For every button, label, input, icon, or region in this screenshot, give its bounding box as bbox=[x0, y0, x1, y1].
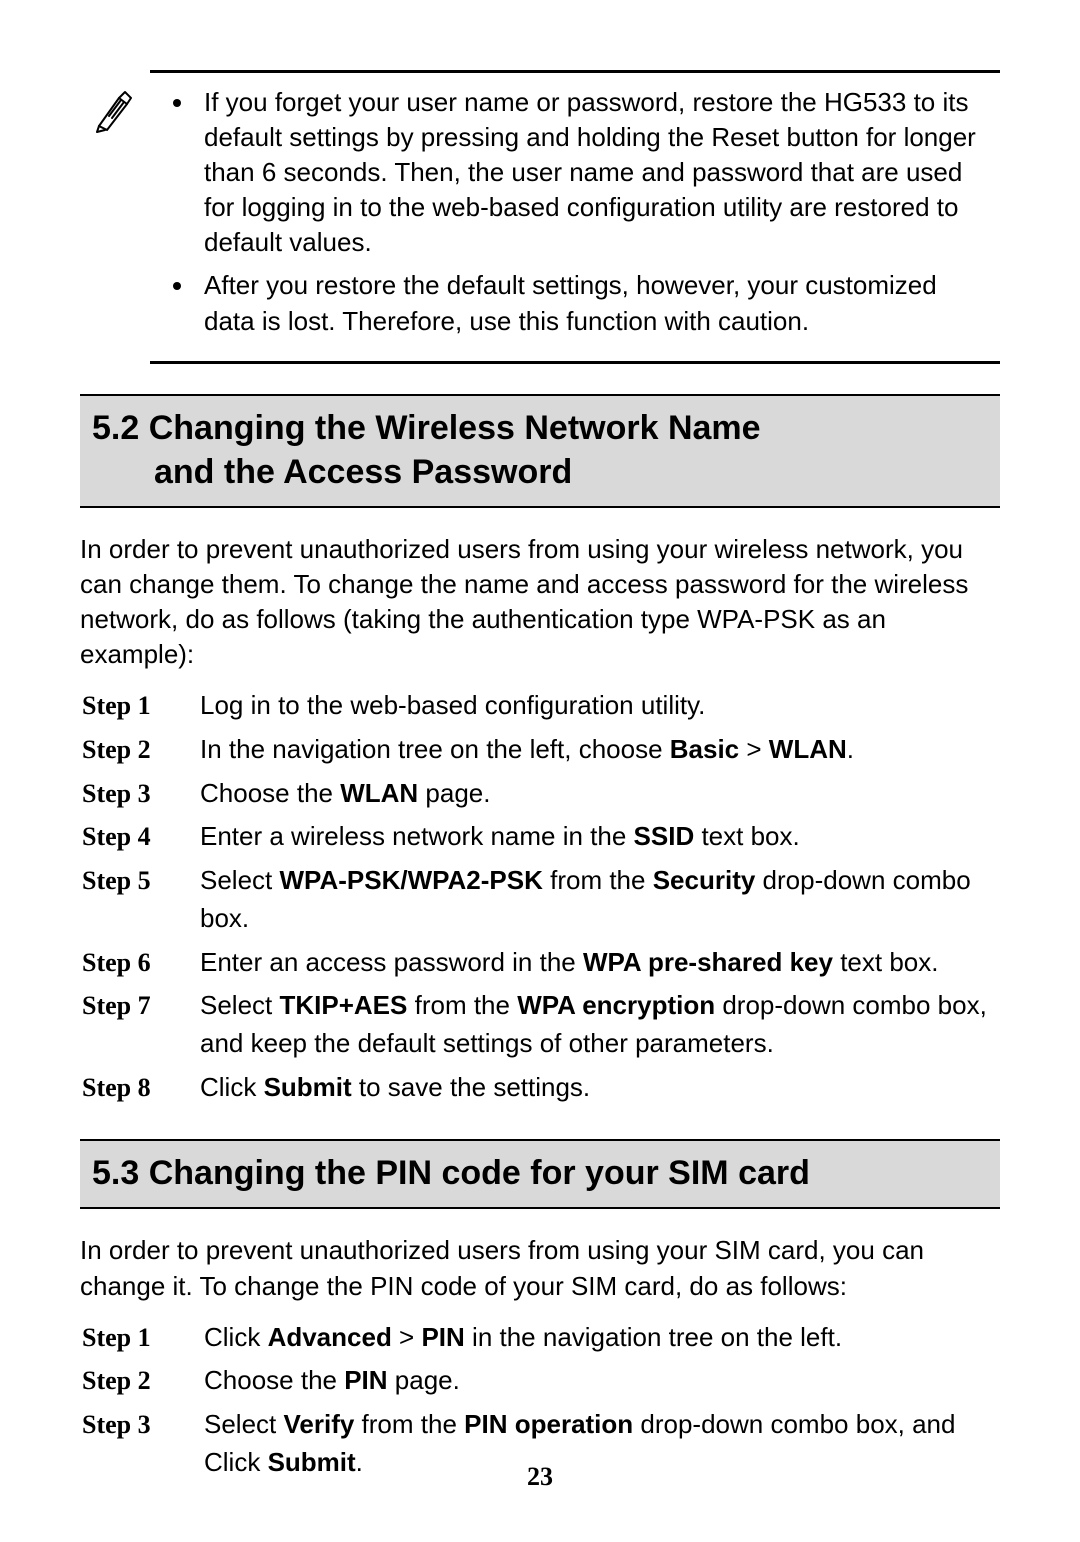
step-row: Step 6Enter an access password in the WP… bbox=[80, 941, 1000, 985]
section-heading-5-2: 5.2 Changing the Wireless Network Name a… bbox=[80, 394, 1000, 508]
step-label: Step 6 bbox=[80, 941, 196, 985]
step-label: Step 2 bbox=[80, 728, 196, 772]
step-text: Select WPA-PSK/WPA2-PSK from the Securit… bbox=[196, 859, 1000, 940]
step-label: Step 2 bbox=[80, 1359, 200, 1403]
note-bullet: If you forget your user name or password… bbox=[196, 85, 994, 260]
section-heading-5-3: 5.3 Changing the PIN code for your SIM c… bbox=[80, 1139, 1000, 1209]
step-text: Select TKIP+AES from the WPA encryption … bbox=[196, 984, 1000, 1065]
section-5-3-steps: Step 1Click Advanced > PIN in the naviga… bbox=[80, 1316, 1000, 1485]
note-bullet-list: If you forget your user name or password… bbox=[156, 85, 994, 339]
section-5-3-intro: In order to prevent unauthorized users f… bbox=[80, 1233, 1000, 1303]
step-row: Step 4Enter a wireless network name in t… bbox=[80, 815, 1000, 859]
section-5-2-intro: In order to prevent unauthorized users f… bbox=[80, 532, 1000, 672]
note-bullet: After you restore the default settings, … bbox=[196, 268, 994, 338]
step-text: In the navigation tree on the left, choo… bbox=[196, 728, 1000, 772]
step-text: Click Advanced > PIN in the navigation t… bbox=[200, 1316, 1000, 1360]
step-text: Enter a wireless network name in the SSI… bbox=[196, 815, 1000, 859]
step-text: Choose the WLAN page. bbox=[196, 772, 1000, 816]
step-row: Step 5Select WPA-PSK/WPA2-PSK from the S… bbox=[80, 859, 1000, 940]
step-label: Step 3 bbox=[80, 772, 196, 816]
step-label: Step 8 bbox=[80, 1066, 196, 1110]
step-row: Step 8Click Submit to save the settings. bbox=[80, 1066, 1000, 1110]
step-label: Step 7 bbox=[80, 984, 196, 1065]
step-text: Click Submit to save the settings. bbox=[196, 1066, 1000, 1110]
step-label: Step 1 bbox=[80, 1316, 200, 1360]
step-row: Step 2Choose the PIN page. bbox=[80, 1359, 1000, 1403]
step-label: Step 5 bbox=[80, 859, 196, 940]
heading-line: 5.3 Changing the PIN code for your SIM c… bbox=[92, 1154, 810, 1192]
heading-line: 5.2 Changing the Wireless Network Name bbox=[92, 409, 761, 447]
step-row: Step 1Click Advanced > PIN in the naviga… bbox=[80, 1316, 1000, 1360]
step-label: Step 1 bbox=[80, 684, 196, 728]
step-label: Step 4 bbox=[80, 815, 196, 859]
page-number: 23 bbox=[0, 1462, 1080, 1492]
step-row: Step 7Select TKIP+AES from the WPA encry… bbox=[80, 984, 1000, 1065]
note-pen-icon bbox=[80, 70, 150, 139]
step-text: Enter an access password in the WPA pre-… bbox=[196, 941, 1000, 985]
note-content: If you forget your user name or password… bbox=[150, 70, 1000, 364]
note-box: If you forget your user name or password… bbox=[80, 70, 1000, 364]
step-text: Choose the PIN page. bbox=[200, 1359, 1000, 1403]
heading-line: and the Access Password bbox=[92, 450, 988, 494]
step-row: Step 3Choose the WLAN page. bbox=[80, 772, 1000, 816]
page: If you forget your user name or password… bbox=[0, 0, 1080, 1542]
step-row: Step 2In the navigation tree on the left… bbox=[80, 728, 1000, 772]
step-text: Log in to the web-based configuration ut… bbox=[196, 684, 1000, 728]
step-row: Step 1Log in to the web-based configurat… bbox=[80, 684, 1000, 728]
section-5-2-steps: Step 1Log in to the web-based configurat… bbox=[80, 684, 1000, 1109]
